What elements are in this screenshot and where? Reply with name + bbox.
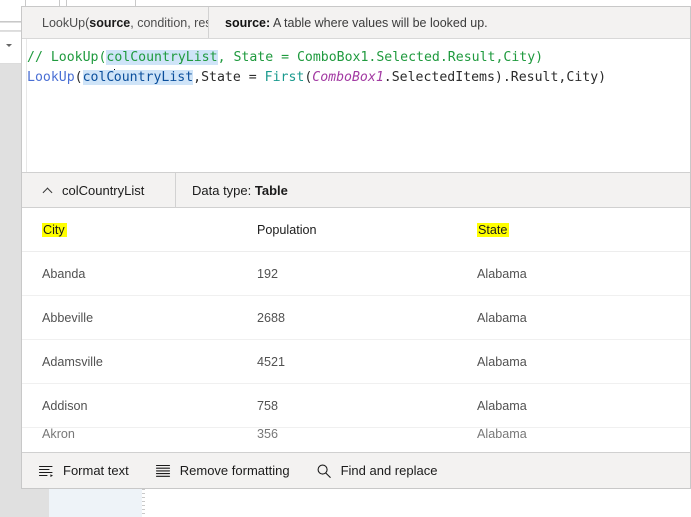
signature-active-param: source [89,15,131,30]
cell-state: Alabama [477,428,527,441]
column-header-city[interactable]: City [22,222,257,237]
result-collection-toggle[interactable]: colCountryList [22,183,175,198]
cell-state: Alabama [477,398,527,413]
cell-city: Akron [42,428,75,441]
table-row[interactable]: Addison 758 Alabama [22,384,690,428]
find-and-replace-button[interactable]: Find and replace [316,463,438,479]
parameter-description: source: A table where values will be loo… [209,16,488,30]
parameter-help-text: A table where values will be looked up. [270,15,488,30]
table-row[interactable]: Adamsville 4521 Alabama [22,340,690,384]
result-summary-bar: colCountryList Data type: Table [22,172,690,208]
token-combobox-control: ComboBox1 [312,70,384,85]
token-first-function: First [264,70,305,85]
formula-command-bar: Format text Remove formatting Find and r… [22,452,690,488]
table-header-row: City Population State [22,208,690,252]
background-toolbar-stub [0,0,21,22]
chevron-down-icon[interactable] [6,44,12,47]
result-table[interactable]: City Population State Abanda 192 Alabama… [22,208,690,465]
formula-input[interactable]: // LookUp(colCountryList, State = ComboB… [22,39,690,172]
token-collection-post: ountryList [113,70,194,85]
cell-state: Alabama [477,266,527,281]
token-open-paren: ( [74,70,83,85]
result-collection-label: colCountryList [62,182,145,198]
token-formula-tail: .SelectedItems).Result,City) [383,70,607,85]
remove-formatting-icon [155,464,170,477]
canvas-ruler [142,489,145,517]
format-text-icon [38,465,53,477]
chevron-up-icon[interactable] [44,186,53,195]
formula-line-2[interactable]: LookUp(colCountryList,State = First(Comb… [27,68,606,88]
cell-population: 192 [257,266,279,281]
remove-formatting-button[interactable]: Remove formatting [155,463,290,479]
function-signature-bar: LookUp(source, condition, result) source… [22,7,690,39]
parameter-name: source: [225,15,271,30]
column-header-city-label: City [42,222,67,237]
search-icon [317,464,331,478]
column-header-population[interactable]: Population [257,223,477,237]
column-header-state-label: State [477,222,510,237]
table-row[interactable]: Abanda 192 Alabama [22,252,690,296]
find-and-replace-label: Find and replace [340,463,438,478]
cell-population: 758 [257,398,279,413]
datatype-value: Table [254,182,288,198]
column-header-state[interactable]: State [477,222,677,237]
canvas-screen-preview [49,489,142,517]
cell-state: Alabama [477,310,527,325]
comment-token-start: // LookUp( [27,50,107,65]
signature-prefix: LookUp( [42,15,90,30]
table-row[interactable]: Akron 356 Alabama [22,428,690,450]
formula-editor-panel: LookUp(source, condition, result) source… [21,6,691,489]
cell-city: Addison [42,398,88,413]
cell-population: 4521 [257,354,286,369]
cell-population: 356 [257,428,279,441]
background-toolbar-stub-2 [0,23,21,31]
remove-formatting-label: Remove formatting [179,463,290,478]
cell-city: Abbeville [42,310,94,325]
formula-line-1[interactable]: // LookUp(colCountryList, State = ComboB… [27,48,543,68]
signature-rest: , condition, result) [130,15,208,30]
cell-population: 2688 [257,310,286,325]
token-state-condition: ,State = [193,70,265,85]
token-collection-pre: colC [82,70,115,85]
app-root: LookUp(source, condition, result) source… [0,0,691,517]
result-datatype: Data type: Table [176,183,288,198]
format-text-label: Format text [63,463,129,478]
table-row[interactable]: Abbeville 2688 Alabama [22,296,690,340]
function-signature: LookUp(source, condition, result) [22,16,208,30]
datatype-label: Data type: [192,182,252,198]
comment-token-end: , State = ComboBox1.Selected.Result,City… [217,50,544,65]
cell-city: Adamsville [42,354,103,369]
comment-token-highlight: colCountryList [106,50,218,65]
cell-city: Abanda [42,266,86,281]
canvas-background [0,0,21,517]
canvas-left-margin [21,489,49,517]
token-lookup-function: LookUp [27,70,75,85]
format-text-button[interactable]: Format text [38,463,129,479]
background-property-stub [0,32,21,64]
cell-state: Alabama [477,354,527,369]
